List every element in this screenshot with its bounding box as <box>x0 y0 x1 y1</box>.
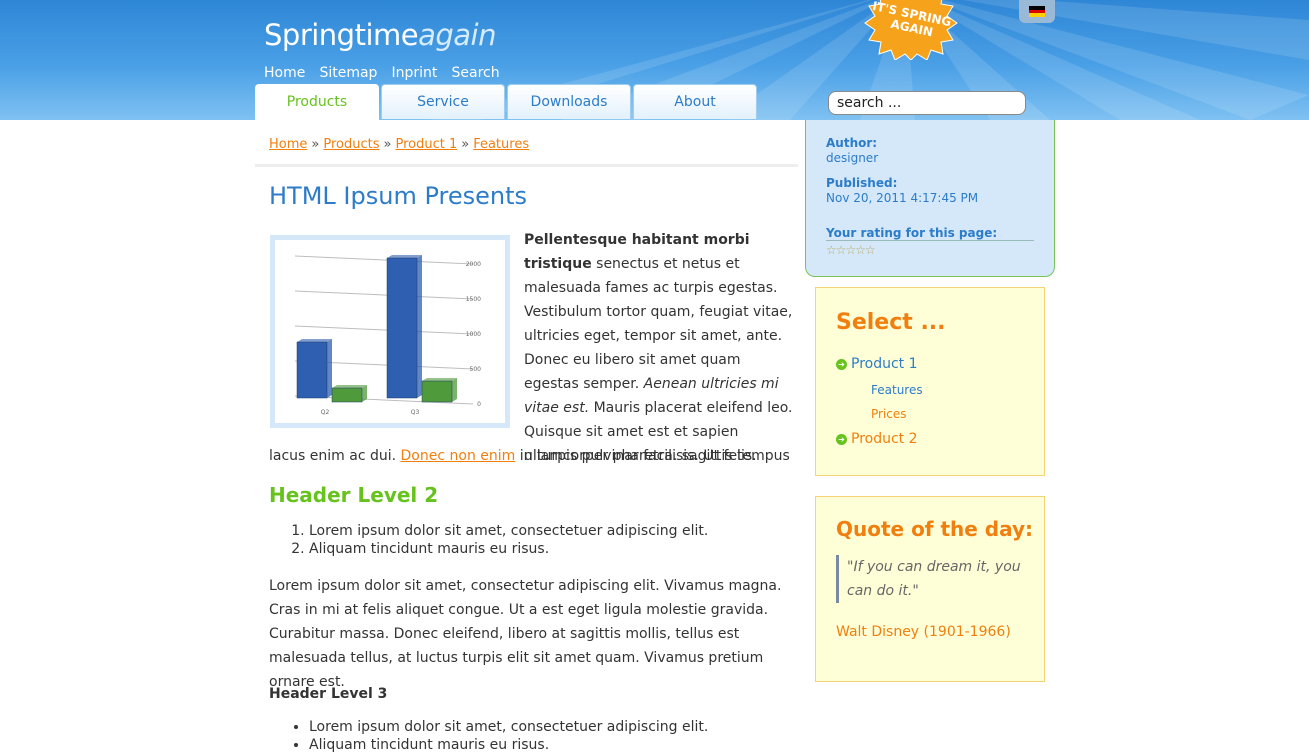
tab-service[interactable]: Service <box>381 84 505 119</box>
x-tick-label: Q2 <box>321 409 330 416</box>
tab-downloads[interactable]: Downloads <box>507 84 631 119</box>
breadcrumb-products[interactable]: Products <box>323 137 379 152</box>
search-input[interactable] <box>828 91 1026 115</box>
author-value: designer <box>826 151 879 165</box>
bar-chart: 2000 1500 1000 500 0 Q2 Q3 <box>275 240 505 423</box>
bar <box>386 257 418 399</box>
select-item-label: Product 1 <box>851 356 918 372</box>
published-value: Nov 20, 2011 4:17:45 PM <box>826 191 979 205</box>
breadcrumb-home[interactable]: Home <box>269 137 307 152</box>
rating-divider <box>826 240 1034 241</box>
bar-side <box>452 378 457 402</box>
select-subitem-features[interactable]: Features <box>871 383 923 397</box>
german-flag-icon <box>1029 6 1045 17</box>
tab-about[interactable]: About <box>633 84 757 119</box>
published-label: Published: <box>826 176 898 190</box>
quote-box: Quote of the day: "If you can dream it, … <box>815 496 1045 682</box>
y-tick-label: 0 <box>477 401 481 408</box>
bar <box>421 380 453 403</box>
bar-top <box>422 378 457 381</box>
select-item-product-2[interactable]: ➔ Product 2 <box>836 431 918 447</box>
intro-paragraph-end: lacus enim ac dui. Donec non enim in tur… <box>269 444 809 468</box>
logo-italic: again <box>418 18 496 52</box>
header-level-2: Header Level 2 <box>269 483 439 507</box>
list-item: Lorem ipsum dolor sit amet, consectetuer… <box>309 522 708 540</box>
breadcrumb: Home» Products» Product 1» Features <box>255 137 798 167</box>
spring-burst-badge: IT'S SPRING AGAIN <box>864 0 958 60</box>
topnav-inprint[interactable]: Inprint <box>392 65 438 81</box>
site-header: Springtimeagain Home Sitemap Inprint Sea… <box>0 0 1309 120</box>
author-label: Author: <box>826 136 878 150</box>
y-tick-label: 1500 <box>466 296 481 303</box>
bar <box>296 341 328 399</box>
breadcrumb-product-1[interactable]: Product 1 <box>395 137 457 152</box>
breadcrumb-separator: » <box>461 137 470 152</box>
tab-products[interactable]: Products <box>255 84 379 120</box>
gridline <box>294 255 474 265</box>
chart-image-frame: 2000 1500 1000 500 0 Q2 Q3 <box>270 235 510 428</box>
x-tick-label: Q3 <box>411 409 420 416</box>
y-tick-label: 2000 <box>466 261 481 268</box>
bar-side <box>417 255 422 398</box>
header-level-3: Header Level 3 <box>269 686 388 702</box>
unordered-list: Lorem ipsum dolor sit amet, consectetuer… <box>269 718 708 754</box>
intro-paragraph: Pellentesque habitant morbi tristique se… <box>524 228 794 468</box>
intro-last-end: in turpis pulvinar facilisis. Ut felis. <box>515 448 757 464</box>
breadcrumb-features[interactable]: Features <box>473 137 529 152</box>
gridline <box>294 290 474 300</box>
list-item: Aliquam tincidunt mauris eu risus. <box>309 540 708 558</box>
site-logo[interactable]: Springtimeagain <box>264 18 496 52</box>
select-subitem-prices[interactable]: Prices <box>871 407 907 421</box>
bar <box>331 387 363 403</box>
quote-text: "If you can dream it, you can do it." <box>836 555 1037 603</box>
page-title: HTML Ipsum Presents <box>269 182 527 210</box>
select-item-label: Product 2 <box>851 431 918 447</box>
topnav-home[interactable]: Home <box>264 65 305 81</box>
breadcrumb-separator: » <box>383 137 392 152</box>
select-box: Select ... ➔ Product 1 Features Prices ➔ P… <box>815 287 1045 476</box>
top-nav: Home Sitemap Inprint Search <box>264 62 509 81</box>
arrow-right-icon: ➔ <box>836 358 847 370</box>
rating-label: Your rating for this page: <box>826 226 998 240</box>
gridline <box>294 325 474 335</box>
quote-author: Walt Disney (1901-1966) <box>836 624 1011 640</box>
y-tick-label: 500 <box>470 366 482 373</box>
quote-heading: Quote of the day: <box>836 517 1034 541</box>
arrow-right-icon: ➔ <box>836 433 847 445</box>
language-switcher[interactable] <box>1019 0 1055 23</box>
list-item: Aliquam tincidunt mauris eu risus. <box>309 736 708 754</box>
ordered-list: Lorem ipsum dolor sit amet, consectetuer… <box>269 522 708 558</box>
rating-stars[interactable]: ☆☆☆☆☆ <box>826 243 876 257</box>
bar-top <box>387 255 422 258</box>
intro-link[interactable]: Donec non enim <box>401 448 516 464</box>
page-info-box: Author: designer Published: Nov 20, 2011… <box>805 120 1055 277</box>
bar-top <box>297 339 332 342</box>
topnav-sitemap[interactable]: Sitemap <box>319 65 377 81</box>
y-tick-label: 1000 <box>466 331 481 338</box>
logo-main: Springtime <box>264 18 419 52</box>
bar-side <box>327 339 332 398</box>
body-paragraph: Lorem ipsum dolor sit amet, consectetur … <box>269 578 782 690</box>
intro-text: senectus et netus et malesuada fames ac … <box>524 256 793 392</box>
select-item-product-1[interactable]: ➔ Product 1 <box>836 356 918 372</box>
intro-last-start: lacus enim ac dui. <box>269 448 401 464</box>
list-item: Lorem ipsum dolor sit amet, consectetuer… <box>309 718 708 736</box>
select-heading: Select ... <box>836 310 946 335</box>
bar-top <box>332 385 367 388</box>
topnav-search[interactable]: Search <box>452 65 500 81</box>
breadcrumb-separator: » <box>311 137 320 152</box>
